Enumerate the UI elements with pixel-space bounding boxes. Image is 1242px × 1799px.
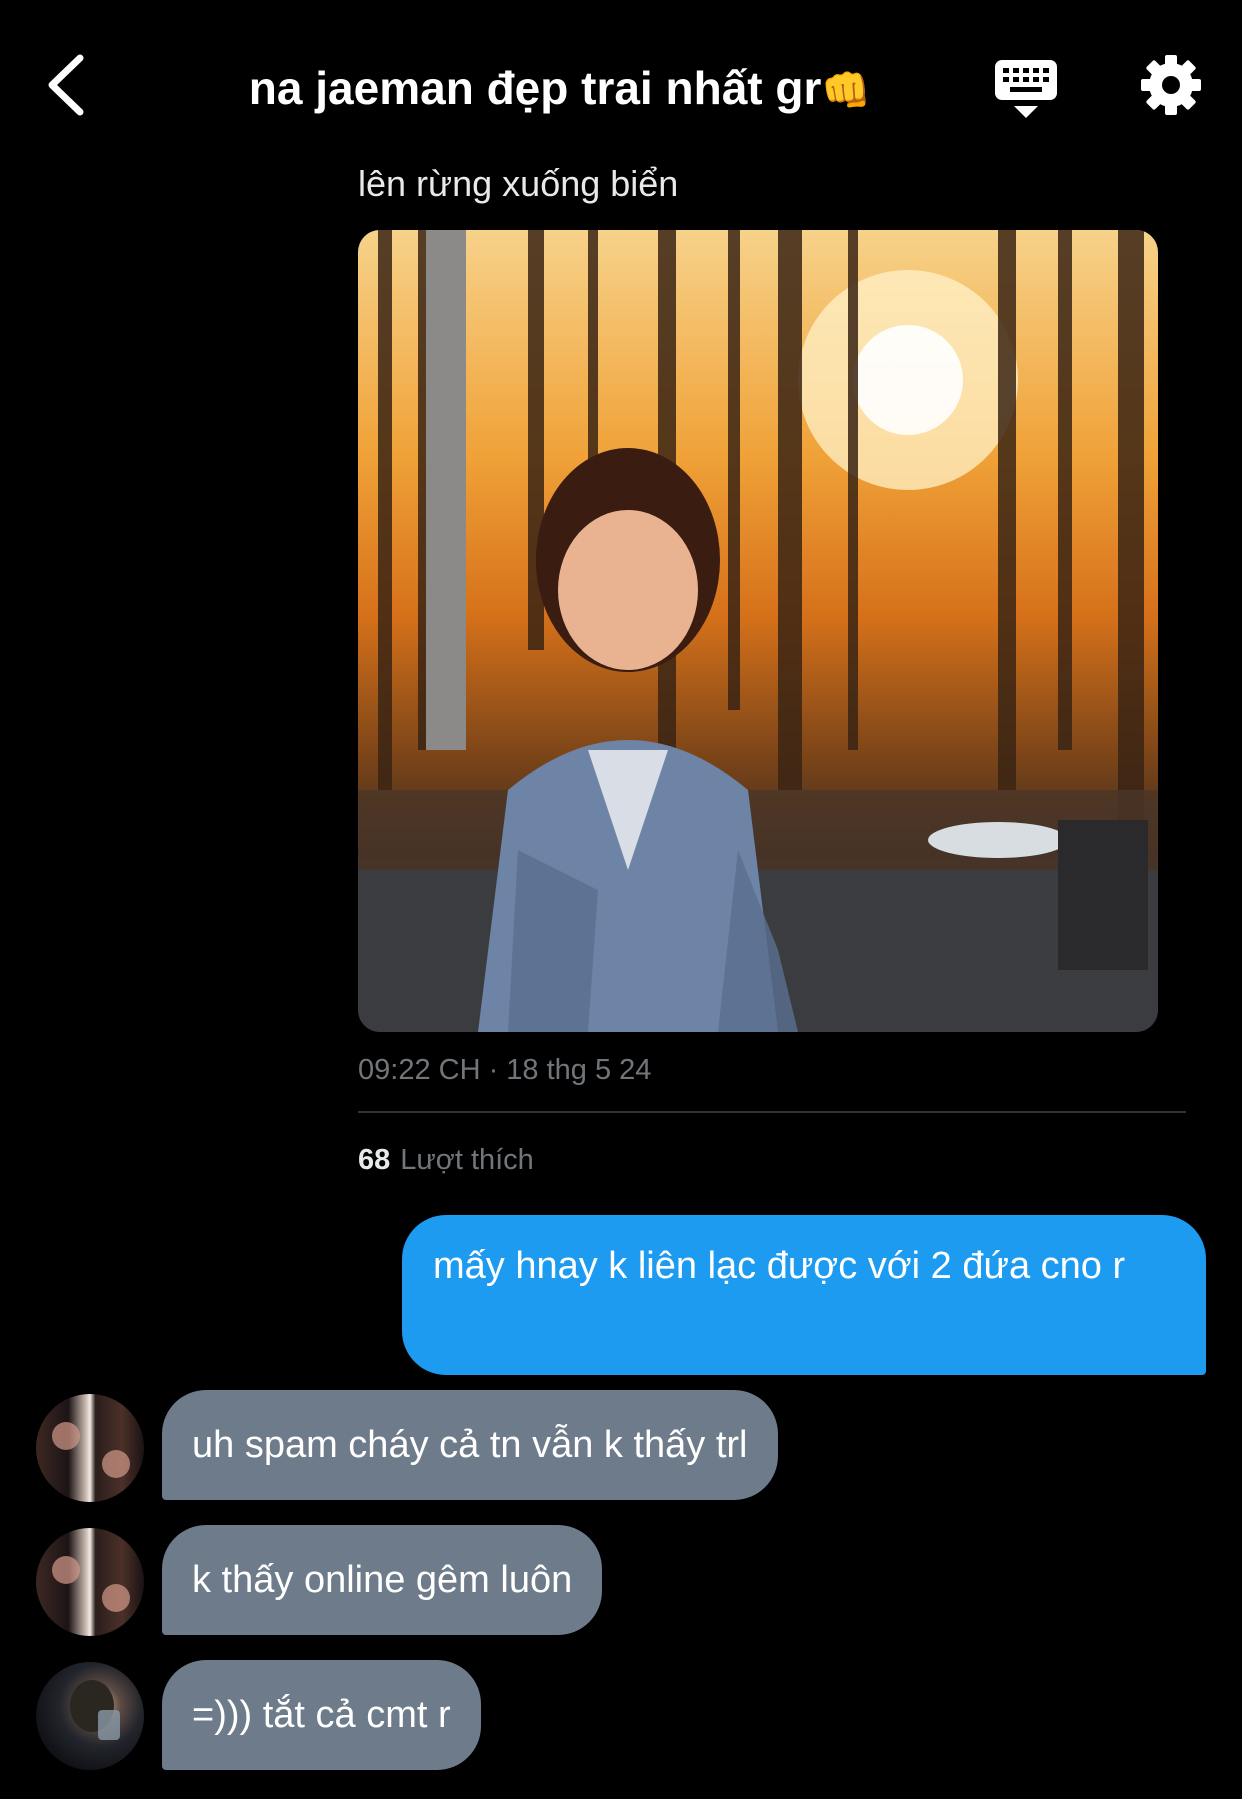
gear-icon <box>1141 55 1201 115</box>
back-button[interactable] <box>40 50 100 120</box>
avatar[interactable] <box>36 1394 144 1502</box>
fist-emoji-icon: 👊 <box>821 69 872 113</box>
chevron-left-icon <box>48 54 84 116</box>
avatar[interactable] <box>36 1662 144 1770</box>
post-photo-illustration <box>358 230 1158 1032</box>
avatar-image <box>52 1422 130 1478</box>
message-bubble-received[interactable]: uh spam cháy cả tn vẫn k thấy trl <box>162 1390 778 1500</box>
chat-header: na jaeman đẹp trai nhất gr👊 <box>0 0 1242 170</box>
message-bubble-received[interactable]: =))) tắt cả cmt r <box>162 1660 481 1770</box>
post-timestamp: 09:22 CH · 18 thg 5 24 <box>358 1054 652 1086</box>
chat-title-text: na jaeman đẹp trai nhất gr <box>248 62 822 114</box>
likes-count: 68 <box>358 1144 391 1176</box>
keyboard-button[interactable] <box>990 52 1062 124</box>
post-photo[interactable] <box>358 230 1158 1032</box>
post-divider <box>358 1111 1186 1113</box>
post-caption: lên rừng xuống biển <box>358 163 679 204</box>
message-bubble-received[interactable]: k thấy online gêm luôn <box>162 1525 603 1635</box>
message-bubble-sent[interactable]: mấy hnay k liên lạc được với 2 đứa cno r <box>402 1215 1206 1375</box>
avatar[interactable] <box>36 1528 144 1636</box>
keyboard-icon <box>995 60 1057 118</box>
avatar-image <box>52 1556 130 1612</box>
likes-link[interactable]: 68 Lượt thích <box>358 1142 534 1178</box>
avatar-image <box>70 1680 120 1740</box>
likes-label: Lượt thích <box>400 1144 534 1176</box>
settings-button[interactable] <box>1138 52 1204 118</box>
chat-title[interactable]: na jaeman đẹp trai nhất gr👊 <box>180 58 940 121</box>
